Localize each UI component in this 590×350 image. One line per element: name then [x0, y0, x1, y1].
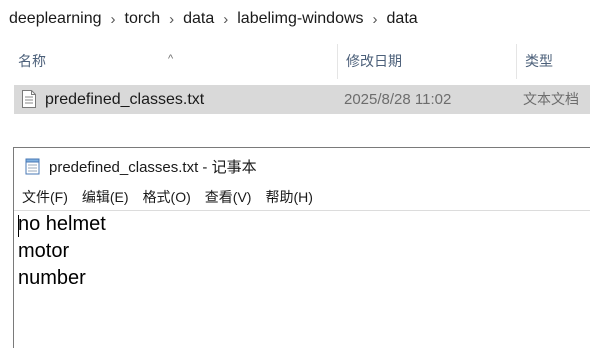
breadcrumb-item-deeplearning[interactable]: deeplearning [9, 10, 102, 28]
menu-file[interactable]: 文件(F) [22, 187, 68, 207]
breadcrumb-item-labelimg-windows[interactable]: labelimg-windows [237, 10, 363, 28]
text-file-icon [22, 90, 36, 108]
menu-view[interactable]: 查看(V) [205, 187, 252, 207]
notepad-title: predefined_classes.txt - 记事本 [49, 158, 257, 176]
column-header-type-label: 类型 [525, 53, 553, 69]
breadcrumb: deeplearning › torch › data › labelimg-w… [0, 0, 590, 38]
file-type: 文本文档 [523, 91, 579, 107]
column-header-date-label: 修改日期 [346, 53, 402, 69]
file-row[interactable]: predefined_classes.txt 2025/8/28 11:02 文… [14, 85, 590, 114]
notepad-window: predefined_classes.txt - 记事本 文件(F) 编辑(E)… [13, 147, 590, 348]
notepad-icon [25, 158, 40, 174]
chevron-right-icon[interactable]: › [373, 11, 378, 28]
text-line-1: no helmet [18, 213, 106, 235]
chevron-right-icon[interactable]: › [169, 11, 174, 28]
text-line-2: motor [18, 240, 70, 262]
column-header-row: 名称 ^ 修改日期 类型 [0, 44, 590, 80]
chevron-right-icon[interactable]: › [111, 11, 116, 28]
breadcrumb-item-data-current[interactable]: data [387, 10, 418, 28]
file-name: predefined_classes.txt [45, 91, 205, 108]
text-line-3: number [18, 267, 86, 289]
menu-format[interactable]: 格式(O) [143, 187, 191, 207]
notepad-title-bar[interactable]: predefined_classes.txt - 记事本 [14, 148, 590, 184]
file-date: 2025/8/28 11:02 [344, 91, 452, 108]
menu-help[interactable]: 帮助(H) [265, 187, 312, 207]
notepad-text-area[interactable]: no helmet motor number [14, 210, 590, 350]
column-header-type[interactable]: 类型 [516, 44, 590, 79]
column-header-name[interactable]: 名称 ^ [0, 44, 337, 79]
sort-up-icon: ^ [168, 53, 174, 65]
notepad-menu-bar: 文件(F) 编辑(E) 格式(O) 查看(V) 帮助(H) [14, 184, 590, 211]
chevron-right-icon[interactable]: › [223, 11, 228, 28]
column-header-date[interactable]: 修改日期 [337, 44, 516, 79]
breadcrumb-item-torch[interactable]: torch [125, 10, 161, 28]
menu-edit[interactable]: 编辑(E) [82, 187, 129, 207]
column-header-name-label: 名称 [18, 53, 46, 69]
breadcrumb-item-data[interactable]: data [183, 10, 214, 28]
